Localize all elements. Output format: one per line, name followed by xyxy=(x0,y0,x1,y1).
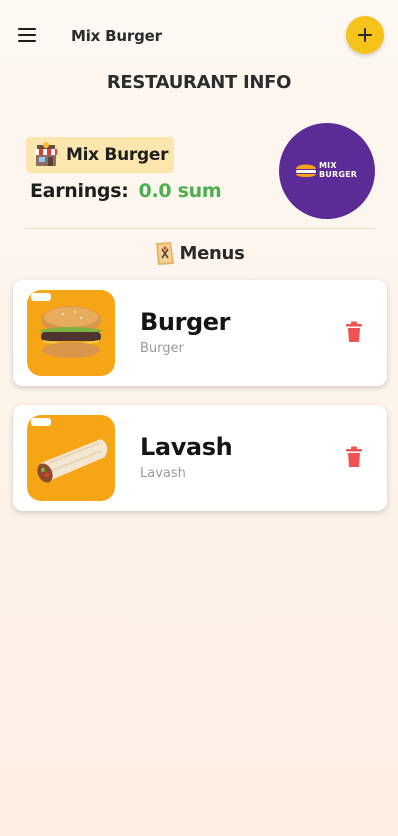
menu-item-title: Burger xyxy=(140,308,231,336)
menu-item-burger[interactable]: Burger Burger xyxy=(13,280,387,386)
menu-item-lavash[interactable]: Lavash Lavash xyxy=(13,405,387,511)
menu-item-image xyxy=(27,290,115,376)
delete-icon[interactable] xyxy=(345,321,363,343)
menu-card-icon xyxy=(155,242,174,265)
menu-item-image xyxy=(27,415,115,501)
restaurant-name-chip: Mix Burger xyxy=(26,137,175,173)
divider xyxy=(26,228,376,229)
earnings-label: Earnings: xyxy=(30,180,129,202)
menu-item-title: Lavash xyxy=(140,433,233,461)
menus-heading: Menus xyxy=(0,240,398,266)
restaurant-logo: MIX BURGER xyxy=(279,123,375,219)
logo-text: MIX BURGER xyxy=(319,161,357,179)
top-app-bar: Mix Burger xyxy=(0,0,398,74)
menu-item-subtitle: Burger xyxy=(140,341,184,356)
burger-image xyxy=(39,306,103,358)
logo-text-line2: BURGER xyxy=(319,170,358,179)
page-title: RESTAURANT INFO xyxy=(106,72,292,93)
lavash-image xyxy=(37,439,108,483)
app-title: Mix Burger xyxy=(71,27,162,45)
delete-icon[interactable] xyxy=(345,446,363,468)
menus-label: Menus xyxy=(179,242,245,264)
restaurant-name: Mix Burger xyxy=(66,145,169,165)
earnings-row: Earnings: 0.0 sum xyxy=(30,180,222,202)
earnings-value: 0.0 sum xyxy=(138,180,222,202)
add-button[interactable] xyxy=(346,16,384,54)
store-icon xyxy=(35,142,57,166)
burger-logo-icon xyxy=(296,164,316,177)
logo-text-line1: MIX xyxy=(319,161,337,170)
hamburger-menu-icon[interactable] xyxy=(18,26,40,44)
menu-item-subtitle: Lavash xyxy=(140,466,186,481)
